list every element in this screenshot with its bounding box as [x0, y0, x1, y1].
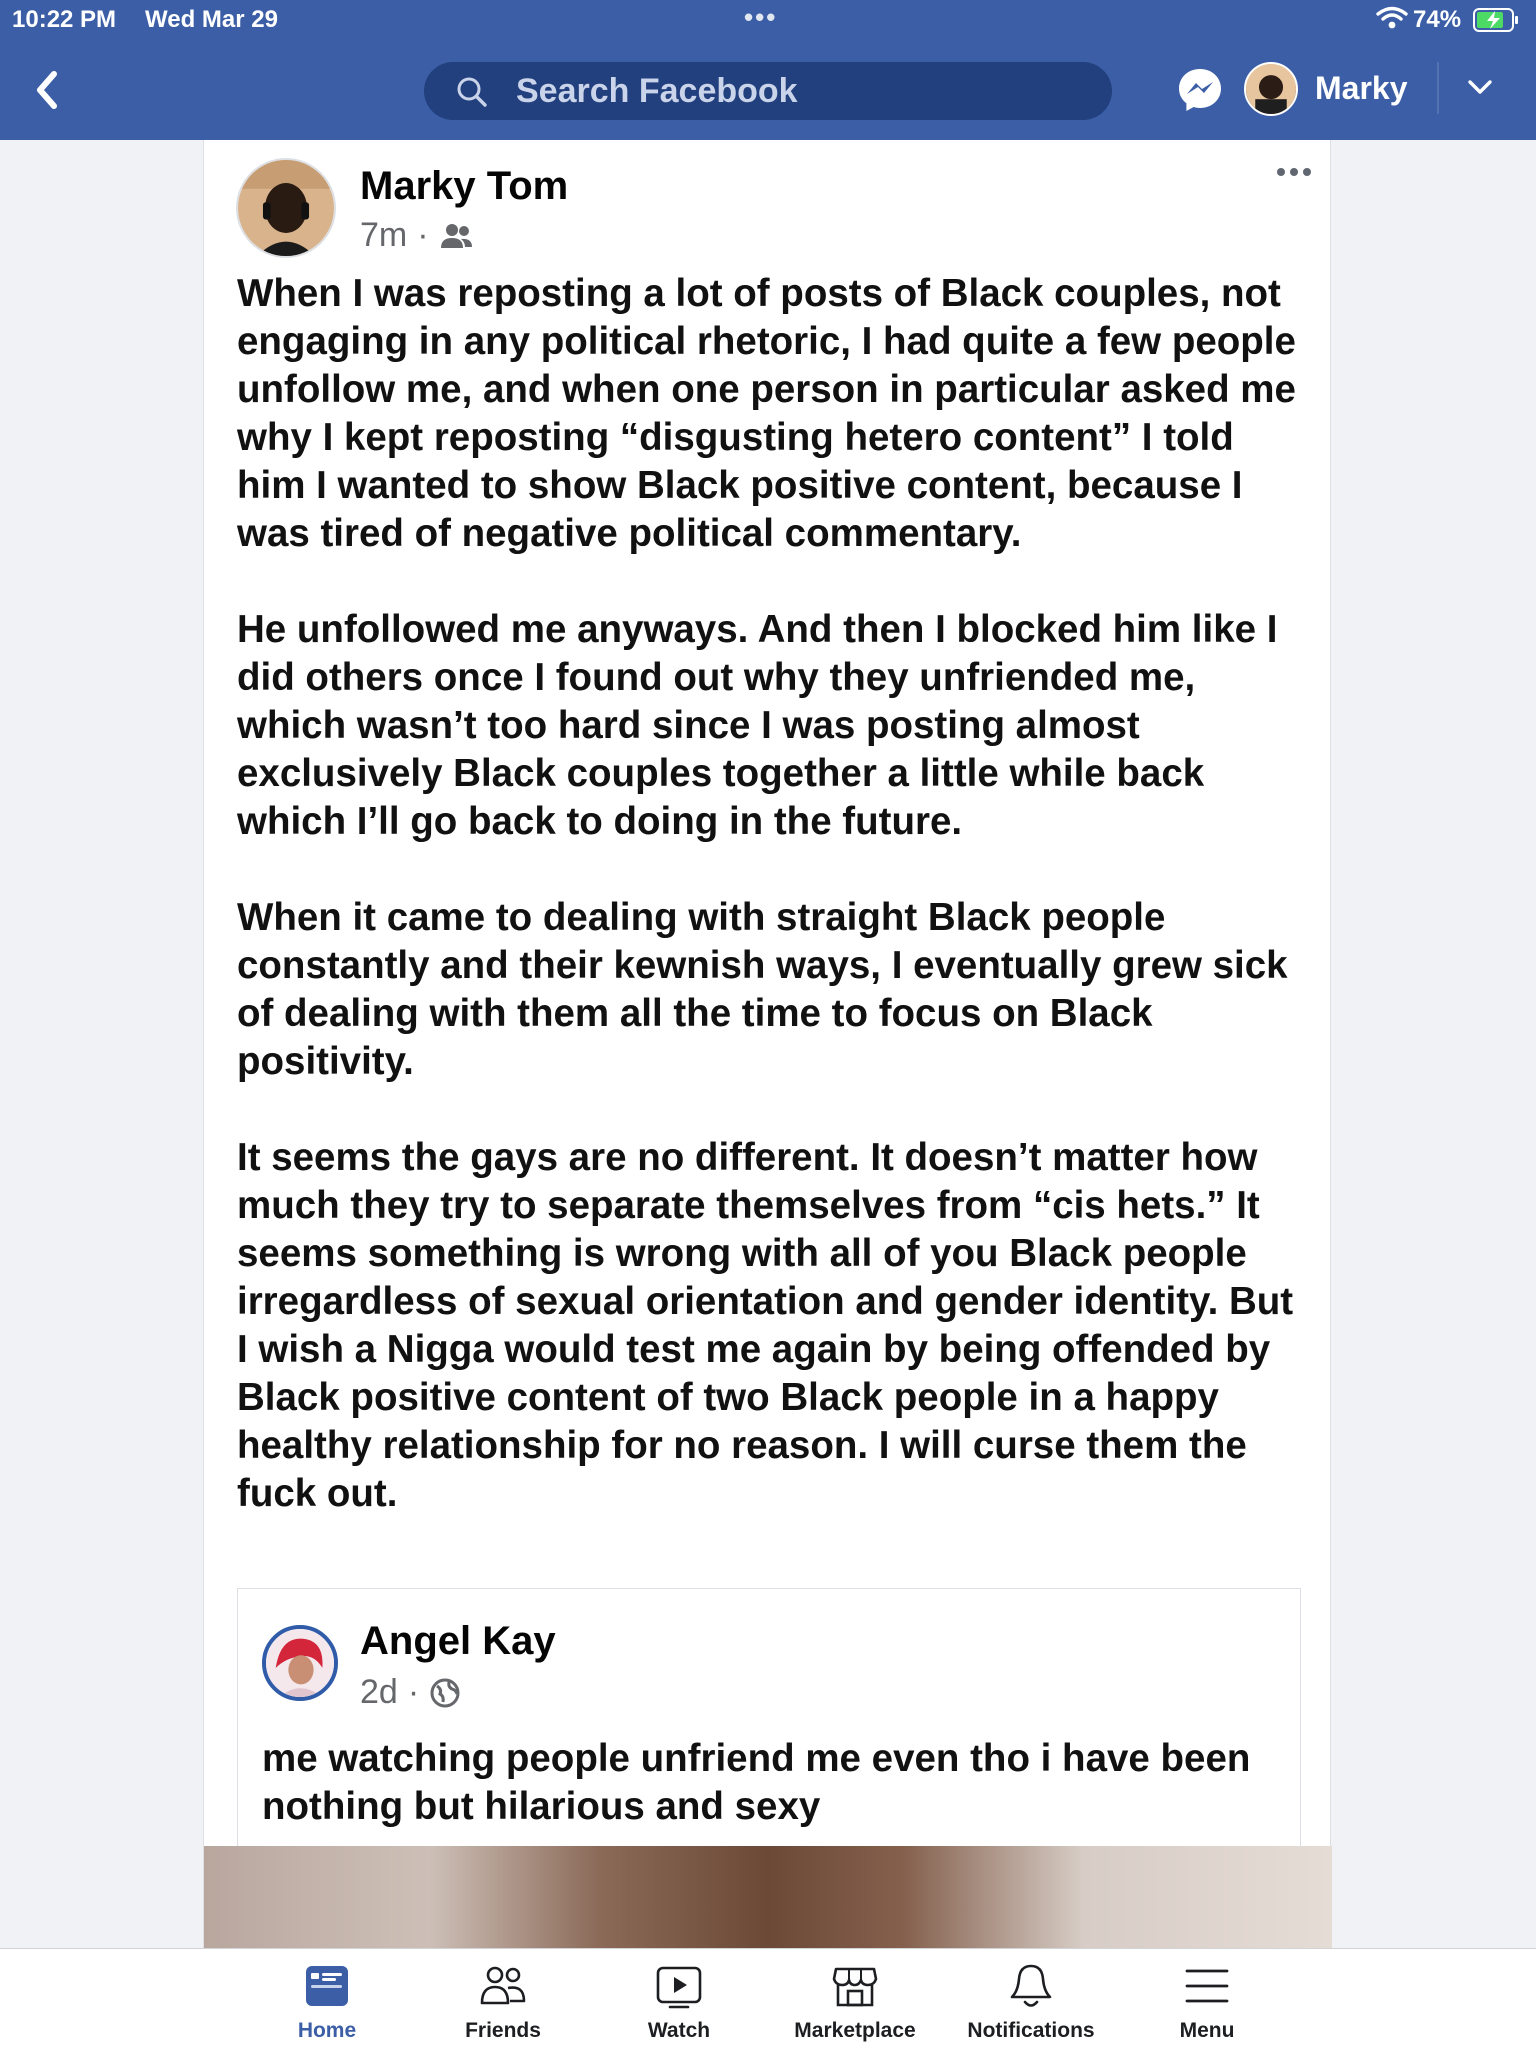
battery-charging-icon	[1473, 8, 1518, 32]
watch-icon	[656, 1966, 702, 2009]
globe-public-icon	[430, 1678, 460, 1707]
post-paragraph: It seems the gays are no different. It d…	[237, 1136, 1294, 1515]
post-meta: 7m ·	[360, 216, 473, 255]
tab-menu[interactable]: Menu	[1119, 1961, 1295, 2043]
shared-post-time[interactable]: 2d	[360, 1673, 398, 1712]
author-avatar[interactable]	[236, 158, 336, 258]
header-divider	[1437, 62, 1439, 114]
tab-label: Watch	[647, 2019, 711, 2042]
post-paragraph: When it came to dealing with straight Bl…	[237, 896, 1288, 1083]
friends-audience-icon	[440, 223, 472, 248]
top-header: 10:22 PM Wed Mar 29 ••• 74% Search Faceb…	[0, 0, 1536, 140]
shared-post-image[interactable]	[204, 1846, 1332, 1948]
tab-label: Home	[297, 2019, 357, 2042]
tab-home[interactable]: Home	[239, 1961, 415, 2043]
shared-post-meta: 2d ·	[360, 1673, 461, 1712]
search-placeholder: Search Facebook	[516, 72, 798, 110]
bottom-tab-bar: Home Friends Watch Marketplace Notificat…	[0, 1948, 1536, 2048]
shared-post-text: me watching people unfriend me even tho …	[262, 1737, 1251, 1828]
bell-icon	[1010, 1964, 1052, 2007]
tab-label: Menu	[1179, 2019, 1235, 2042]
more-options-icon[interactable]	[1274, 162, 1314, 182]
messenger-icon[interactable]	[1176, 66, 1224, 114]
search-bar[interactable]: Search Facebook	[424, 62, 1112, 120]
tab-marketplace[interactable]: Marketplace	[767, 1961, 943, 2043]
post-paragraph: When I was reposting a lot of posts of B…	[237, 272, 1296, 555]
friends-icon	[480, 1966, 526, 2005]
tab-label: Notifications	[967, 2019, 1095, 2042]
shared-author-avatar[interactable]	[262, 1625, 338, 1701]
tab-notifications[interactable]: Notifications	[943, 1961, 1119, 2043]
status-time: 10:22 PM	[12, 6, 117, 33]
profile-avatar[interactable]	[1244, 62, 1298, 116]
marketplace-icon	[832, 1967, 878, 2007]
post-time[interactable]: 7m	[360, 216, 407, 255]
multitask-dots-icon[interactable]: •••	[744, 2, 777, 33]
tab-watch[interactable]: Watch	[591, 1961, 767, 2043]
tab-friends[interactable]: Friends	[415, 1961, 591, 2043]
back-chevron-icon[interactable]	[30, 68, 66, 112]
home-icon	[306, 1966, 348, 2006]
post-paragraph: He unfollowed me anyways. And then I blo…	[237, 608, 1278, 843]
tab-label: Marketplace	[794, 2019, 916, 2042]
post-body: When I was reposting a lot of posts of B…	[237, 270, 1297, 1566]
status-bar: 10:22 PM Wed Mar 29 ••• 74%	[0, 0, 1536, 40]
tab-label: Friends	[465, 2019, 541, 2042]
shared-author-name[interactable]: Angel Kay	[360, 1619, 556, 1664]
status-date: Wed Mar 29	[145, 6, 278, 33]
menu-icon	[1185, 1969, 1229, 2003]
wifi-icon	[1376, 6, 1408, 29]
battery-percent: 74%	[1413, 6, 1462, 33]
profile-name[interactable]: Marky	[1315, 70, 1408, 107]
post-card: Marky Tom 7m · When I was reposting a lo…	[203, 140, 1332, 1948]
meta-separator: ·	[417, 216, 429, 254]
chevron-down-icon[interactable]	[1466, 78, 1494, 98]
search-icon	[457, 77, 487, 107]
meta-separator: ·	[407, 1673, 420, 1711]
author-name[interactable]: Marky Tom	[360, 164, 568, 209]
